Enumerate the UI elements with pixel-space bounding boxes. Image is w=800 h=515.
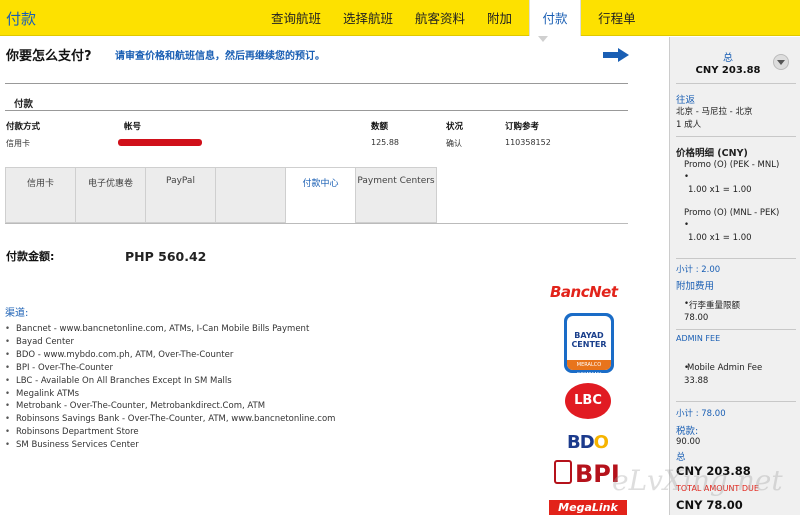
bullet-icon: • bbox=[684, 172, 690, 182]
mobile-admin-fee-item: Mobile Admin Fee bbox=[687, 363, 763, 373]
summary-total-value: CNY 203.88 bbox=[695, 65, 761, 76]
fare-return-calc: 1.00 x1 = 1.00 bbox=[688, 233, 752, 243]
page-brand-title: 付款 bbox=[6, 10, 37, 28]
admin-fee-label: ADMIN FEE bbox=[676, 334, 721, 343]
price-detail-label: 价格明细 (CNY) bbox=[676, 148, 748, 159]
bayad-center-logo: BAYAD CENTER MERALCO COMPANY bbox=[564, 313, 614, 378]
total-amount-due-label: TOTAL AMOUNT DUE bbox=[676, 484, 759, 493]
list-item: Megalink ATMs bbox=[5, 388, 335, 401]
payment-method-tabs: 信用卡 电子优惠卷 PayPal 付款中心 Payment Centers bbox=[5, 167, 437, 223]
subtotal-fares: 小计 : 2.00 bbox=[676, 265, 721, 275]
bdo-logo-text-a: BD bbox=[567, 432, 595, 453]
col-header-amount: 数额 bbox=[371, 122, 389, 132]
col-header-status: 状况 bbox=[446, 122, 464, 132]
payment-section-title: 付款 bbox=[14, 99, 34, 110]
tab-payment-centers-en[interactable]: Payment Centers bbox=[355, 167, 437, 223]
megalink-logo: MegaLink bbox=[549, 500, 627, 515]
payment-question-heading: 你要怎么支付? bbox=[6, 49, 92, 64]
summary-total-label: 总 bbox=[723, 53, 733, 64]
list-item: Bancnet - www.bancnetonline.com, ATMs, I… bbox=[5, 323, 335, 336]
divider bbox=[5, 83, 628, 84]
list-item: LBC - Available On All Branches Except I… bbox=[5, 375, 335, 388]
col-header-method: 付款方式 bbox=[6, 122, 41, 132]
meralco-logo-text: MERALCO COMPANY bbox=[567, 360, 611, 378]
lbc-logo: LBC bbox=[565, 383, 611, 419]
redacted-account-number bbox=[118, 139, 202, 146]
tab-itinerary[interactable]: 行程单 bbox=[587, 0, 647, 36]
route-text: 北京 - 马尼拉 - 北京 bbox=[676, 107, 753, 117]
fare-outbound-calc: 1.00 x1 = 1.00 bbox=[688, 185, 752, 195]
total-label: 总 bbox=[676, 452, 686, 463]
payment-status-value: 确认 bbox=[446, 139, 462, 148]
list-item: SM Business Services Center bbox=[5, 439, 335, 452]
trip-type-label: 往返 bbox=[676, 95, 696, 106]
bdo-logo: BDO bbox=[567, 432, 609, 453]
subtotal-fees: 小计 : 78.00 bbox=[676, 409, 726, 419]
fare-return: Promo (O) (MNL - PEK) bbox=[684, 208, 780, 218]
list-item: Robinsons Department Store bbox=[5, 426, 335, 439]
fare-outbound: Promo (O) (PEK - MNL) bbox=[684, 160, 780, 170]
tab-paypal[interactable]: PayPal bbox=[145, 167, 215, 223]
tax-label: 税款: bbox=[676, 426, 699, 437]
col-header-account: 帐号 bbox=[124, 122, 142, 132]
review-hint-text: 请审查价格和航班信息，然后再继续您的预订。 bbox=[115, 51, 325, 62]
booking-summary-sidebar: 总 CNY 203.88 往返 北京 - 马尼拉 - 北京 1 成人 价格明细 … bbox=[669, 37, 800, 515]
amount-due-label: 付款金额: bbox=[6, 250, 55, 263]
bpi-crest-icon bbox=[554, 460, 572, 484]
bpi-logo: BPI bbox=[554, 460, 620, 488]
bancnet-logo: BancNet bbox=[550, 283, 618, 301]
center-logo-text: CENTER bbox=[571, 339, 607, 349]
step-tabs: 查询航班 选择航班 航客资料 附加 付款 行程单 bbox=[260, 0, 647, 36]
bdo-logo-text-b: O bbox=[593, 432, 609, 453]
list-item: Metrobank - Over-The-Counter, Metrobankd… bbox=[5, 400, 335, 413]
next-arrow-icon[interactable] bbox=[603, 48, 629, 62]
list-item: Robinsons Savings Bank - Over-The-Counte… bbox=[5, 413, 335, 426]
list-item: BDO - www.mybdo.com.ph, ATM, Over-The-Co… bbox=[5, 349, 335, 362]
divider bbox=[676, 401, 796, 402]
top-nav-bar: 付款 查询航班 选择航班 航客资料 附加 付款 行程单 bbox=[0, 0, 800, 36]
amount-due-value: PHP 560.42 bbox=[125, 249, 207, 264]
baggage-allowance-item: 行李重量限额 bbox=[689, 301, 741, 311]
payment-amount-value: 125.88 bbox=[371, 138, 399, 147]
booking-ref-value: 110358152 bbox=[505, 138, 551, 147]
passenger-count: 1 成人 bbox=[676, 120, 702, 130]
total-amount-due-value: CNY 78.00 bbox=[676, 498, 743, 512]
tab-search-flight[interactable]: 查询航班 bbox=[260, 0, 332, 36]
channels-title: 渠道: bbox=[5, 308, 29, 319]
divider bbox=[676, 329, 796, 330]
divider bbox=[676, 136, 796, 137]
bullet-icon: • bbox=[684, 220, 690, 230]
tabs-baseline bbox=[5, 223, 628, 224]
tab-credit-card[interactable]: 信用卡 bbox=[5, 167, 75, 223]
total-value: CNY 203.88 bbox=[676, 464, 751, 478]
tab-e-voucher[interactable]: 电子优惠卷 bbox=[75, 167, 145, 223]
divider bbox=[676, 258, 796, 259]
tab-passenger-info[interactable]: 航客资料 bbox=[404, 0, 476, 36]
mobile-admin-fee-amount: 33.88 bbox=[684, 376, 709, 386]
tab-payment-center[interactable]: 付款中心 bbox=[285, 167, 355, 223]
main-content: 你要怎么支付? 请审查价格和航班信息，然后再继续您的预订。 付款 付款方式 帐号… bbox=[0, 37, 640, 515]
channels-list: Bancnet - www.bancnetonline.com, ATMs, I… bbox=[5, 323, 335, 452]
payment-method-value: 信用卡 bbox=[6, 139, 30, 148]
addon-fees-label: 附加费用 bbox=[676, 281, 715, 292]
list-item: Bayad Center bbox=[5, 336, 335, 349]
bpi-logo-text: BPI bbox=[575, 460, 620, 488]
tab-select-flight[interactable]: 选择航班 bbox=[332, 0, 404, 36]
col-header-booking-ref: 订购参考 bbox=[505, 122, 540, 132]
tab-extras[interactable]: 附加 bbox=[476, 0, 523, 36]
tax-value: 90.00 bbox=[676, 437, 701, 447]
list-item: BPI - Over-The-Counter bbox=[5, 362, 335, 375]
divider bbox=[5, 110, 628, 111]
baggage-allowance-amount: 78.00 bbox=[684, 313, 709, 323]
tab-blank[interactable] bbox=[215, 167, 285, 223]
divider bbox=[676, 83, 796, 84]
tab-payment[interactable]: 付款 bbox=[529, 0, 582, 36]
